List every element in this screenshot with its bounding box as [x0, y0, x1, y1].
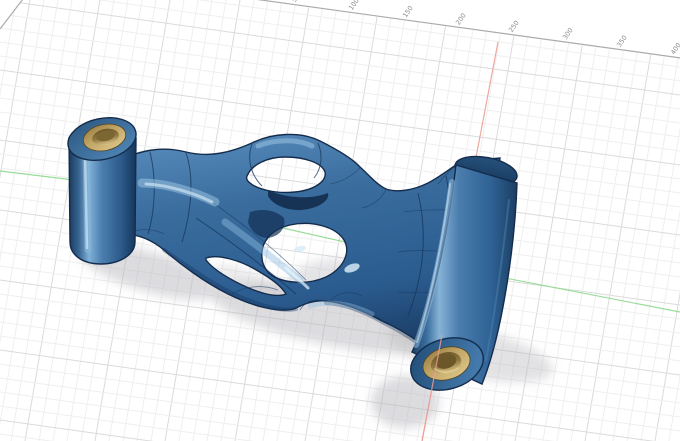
viewport-canvas[interactable]: 50100150200250300350400: [0, 0, 680, 441]
cad-viewport[interactable]: 50100150200250300350400: [0, 0, 680, 441]
left-bushing-cylinder[interactable]: [64, 112, 140, 265]
